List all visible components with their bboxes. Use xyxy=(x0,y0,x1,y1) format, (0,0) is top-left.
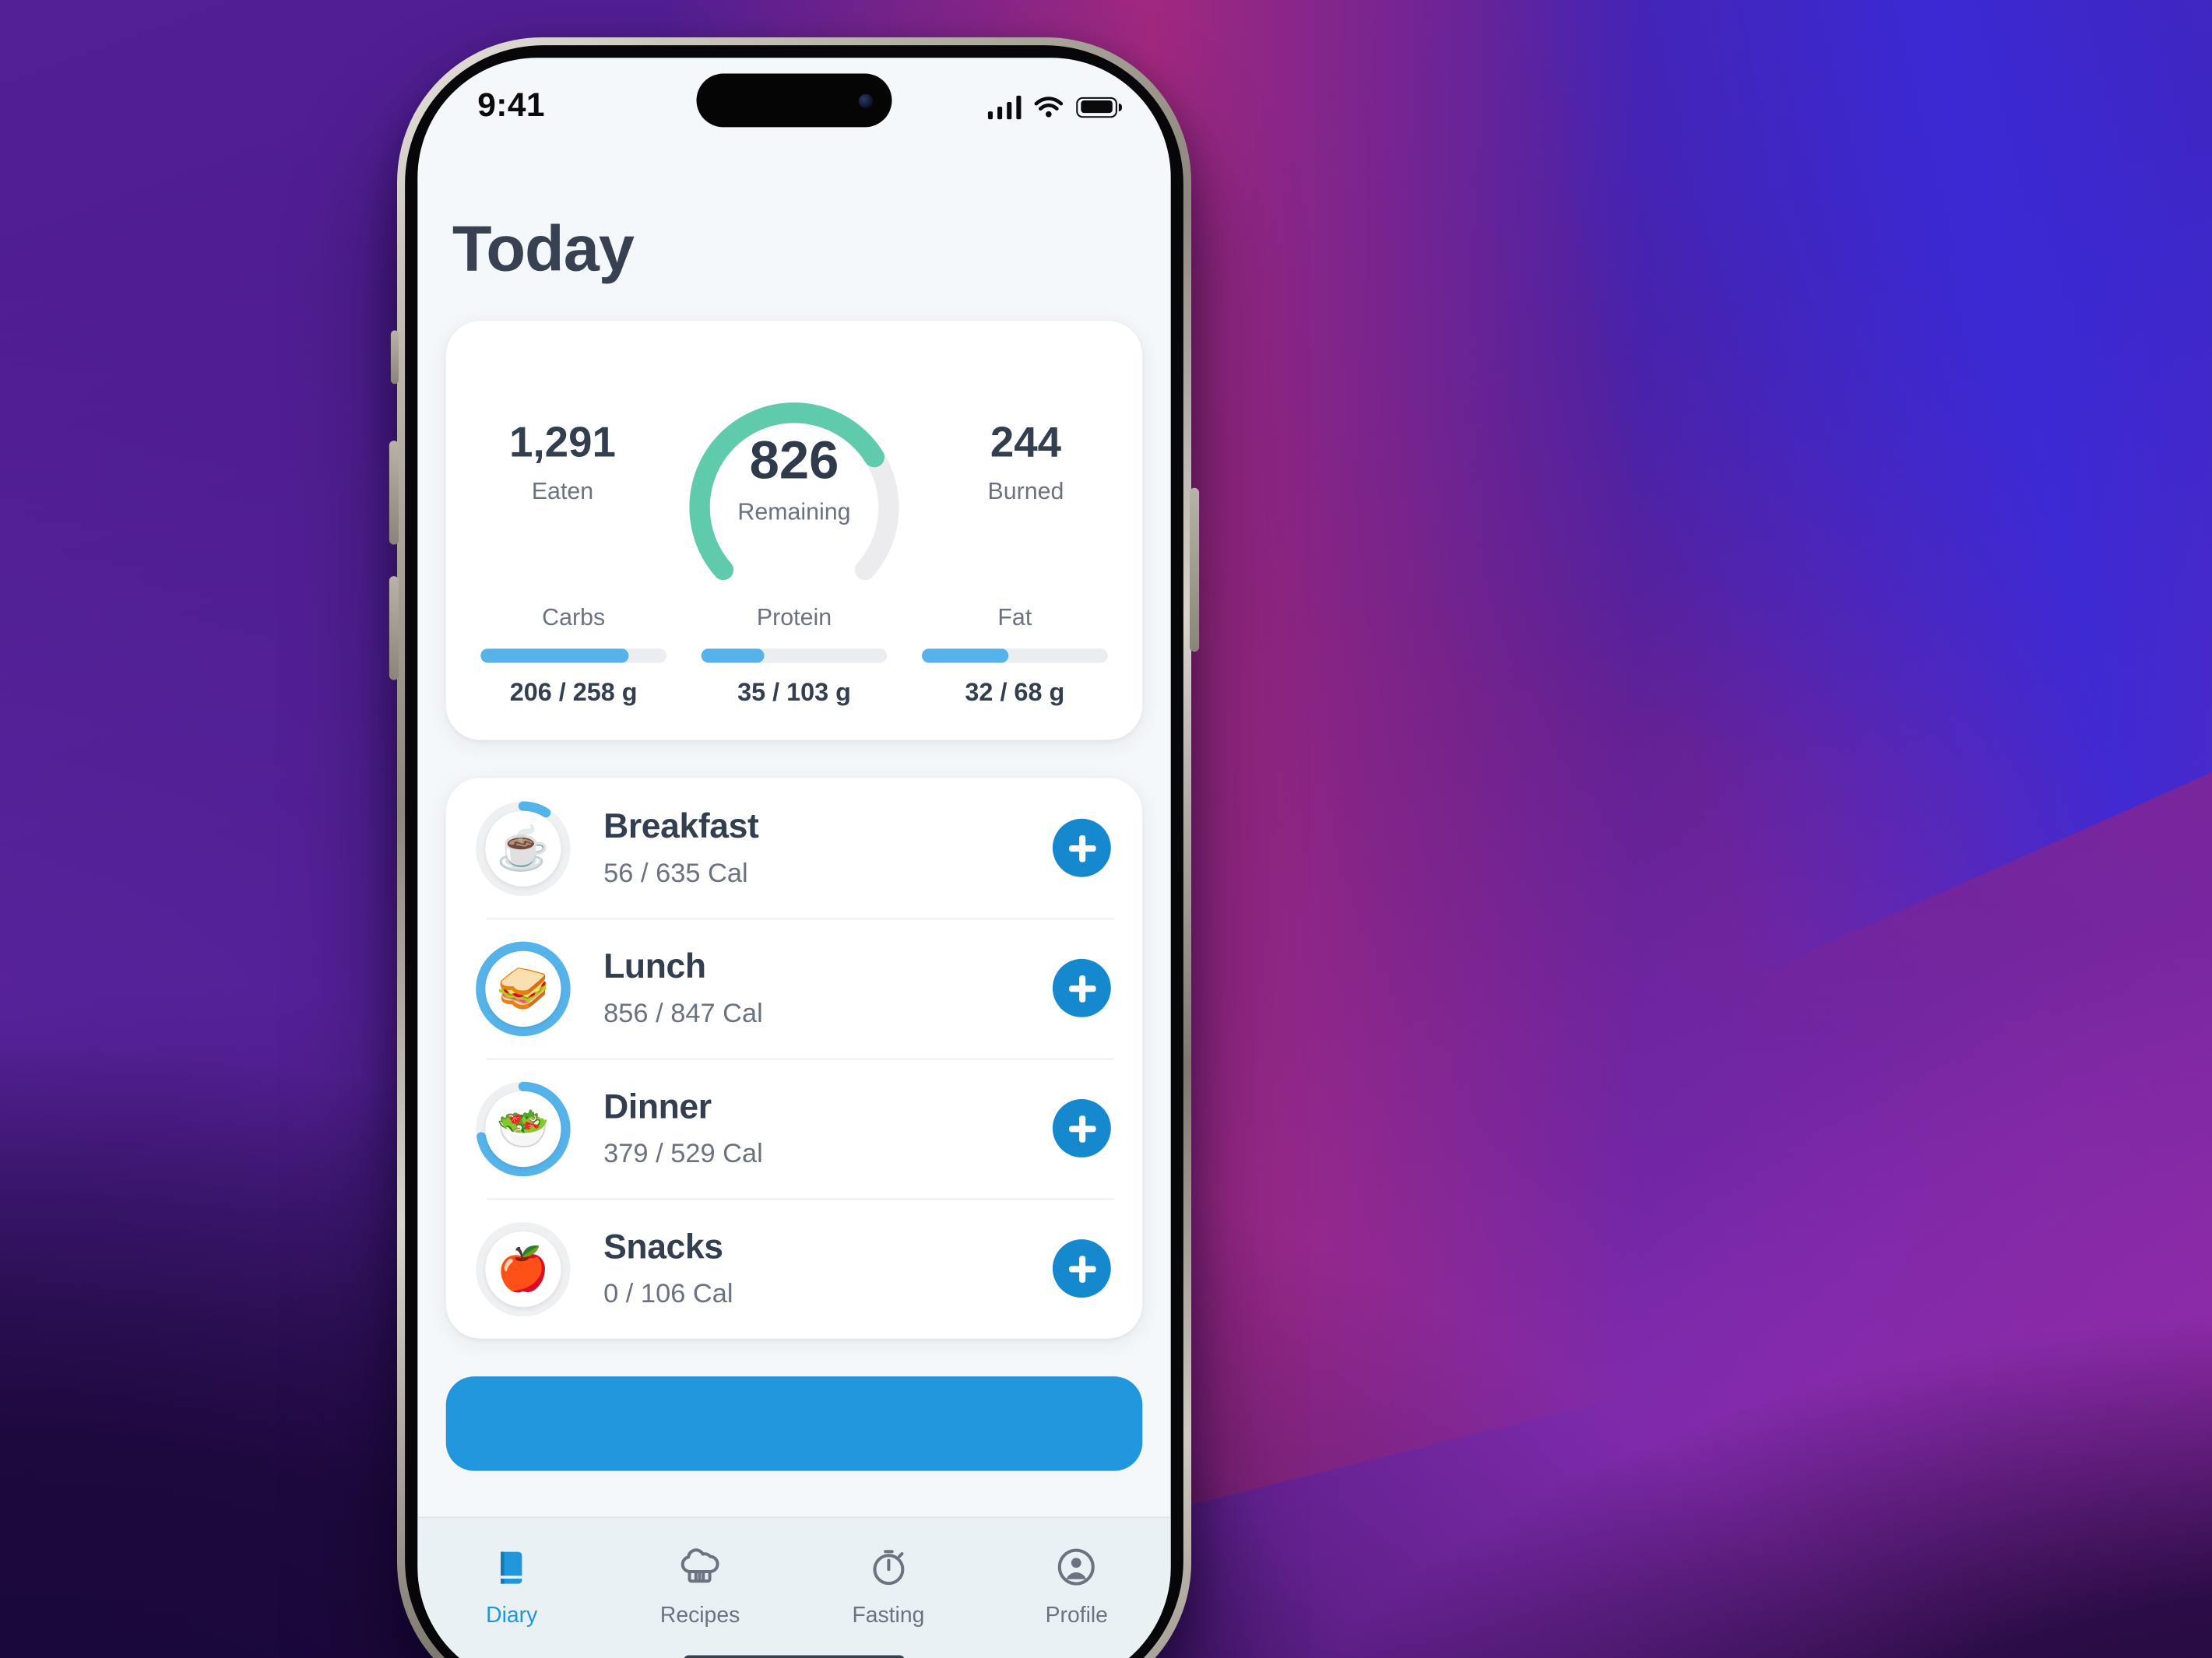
mute-switch[interactable] xyxy=(390,330,399,385)
meal-info: Snacks 0 / 106 Cal xyxy=(572,1227,1053,1310)
tab-recipes[interactable]: Recipes xyxy=(606,1540,794,1627)
macro-carbs: Carbs 206 / 258 g xyxy=(474,605,673,709)
add-food-button[interactable] xyxy=(1052,1239,1111,1298)
volume-down-button[interactable] xyxy=(389,576,399,680)
add-food-button[interactable] xyxy=(1052,1099,1111,1157)
macro-value: 206 / 258 g xyxy=(509,680,638,708)
meal-list-card: ☕ Breakfast 56 / 635 Cal 🥪 Lunch 856 / 847 Ca… xyxy=(445,778,1143,1339)
status-bar-indicators xyxy=(986,94,1122,119)
calorie-ring: 826 Remaining xyxy=(654,350,934,586)
cellular-bars-icon xyxy=(986,94,1022,119)
macro-label: Fat xyxy=(997,604,1032,631)
tab-label: Profile xyxy=(1045,1601,1108,1628)
apple-emoji: 🍎 xyxy=(485,1231,561,1307)
calorie-summary-card: 1,291 Eaten 826 Remaining 244 Burned Car… xyxy=(445,321,1143,740)
bottom-tab-bar: Diary Recipes Fasting Profile xyxy=(417,1516,1171,1658)
meal-calories: 856 / 847 Cal xyxy=(603,998,763,1028)
power-button[interactable] xyxy=(1189,487,1200,652)
meal-name: Lunch xyxy=(603,946,706,986)
sandwich-emoji: 🥪 xyxy=(485,950,561,1026)
dynamic-island xyxy=(696,73,892,128)
eaten-value: 1,291 xyxy=(509,418,616,465)
macro-breakdown: Carbs 206 / 258 g Protein 35 / 103 g Fat 32 /… xyxy=(474,605,1114,709)
macro-track xyxy=(480,648,667,663)
book-icon xyxy=(417,1540,606,1594)
macro-fill xyxy=(701,648,765,663)
remaining-label: Remaining xyxy=(737,498,851,526)
burned-value: 244 xyxy=(990,418,1062,465)
meal-row[interactable]: 🥗 Dinner 379 / 529 Cal xyxy=(474,1058,1114,1198)
tab-label: Recipes xyxy=(659,1601,740,1628)
tab-label: Diary xyxy=(486,1601,538,1628)
status-bar: 9:41 xyxy=(417,58,1170,149)
timer-icon xyxy=(794,1540,983,1594)
home-indicator[interactable] xyxy=(684,1655,905,1658)
meal-row[interactable]: 🥪 Lunch 856 / 847 Cal xyxy=(474,918,1114,1058)
meal-calories: 0 / 106 Cal xyxy=(603,1278,733,1309)
remaining-value: 826 xyxy=(749,430,839,491)
volume-up-button[interactable] xyxy=(389,441,399,545)
coffee-emoji: ☕ xyxy=(485,810,561,886)
tab-diary[interactable]: Diary xyxy=(417,1540,606,1627)
meal-avatar: 🥪 xyxy=(474,940,571,1037)
meal-avatar: ☕ xyxy=(474,799,571,897)
add-food-button[interactable] xyxy=(1052,818,1111,877)
diary-screen: Today 1,291 Eaten 826 Remaining 244 Burn… xyxy=(417,149,1170,1517)
meal-calories: 379 / 529 Cal xyxy=(603,1138,763,1169)
meal-row[interactable]: 🍎 Snacks 0 / 106 Cal xyxy=(474,1198,1114,1339)
meal-info: Lunch 856 / 847 Cal xyxy=(572,947,1053,1030)
macro-label: Carbs xyxy=(542,604,606,631)
macro-fat: Fat 32 / 68 g xyxy=(916,605,1114,709)
calorie-summary-row: 1,291 Eaten 826 Remaining 244 Burned xyxy=(474,356,1114,581)
macro-track xyxy=(701,648,888,663)
macro-value: 32 / 68 g xyxy=(965,680,1065,708)
add-food-button[interactable] xyxy=(1052,958,1111,1017)
macro-protein: Protein 35 / 103 g xyxy=(695,605,894,709)
macro-fill xyxy=(921,648,1010,663)
tab-fasting[interactable]: Fasting xyxy=(794,1540,983,1627)
burned-stat: 244 Burned xyxy=(937,418,1114,506)
macro-track xyxy=(921,648,1108,663)
person-circle-icon xyxy=(983,1540,1171,1594)
remaining-stat: 826 Remaining xyxy=(654,434,934,525)
meal-avatar: 🍎 xyxy=(474,1220,571,1317)
chef-hat-icon xyxy=(606,1540,794,1594)
meal-row[interactable]: ☕ Breakfast 56 / 635 Cal xyxy=(474,778,1114,918)
page-title: Today xyxy=(452,212,635,285)
eaten-stat: 1,291 Eaten xyxy=(474,418,651,506)
phone-screen: 9:41 Today 1,291 Eaten 826 Remaining 244… xyxy=(417,58,1171,1658)
primary-action-button[interactable] xyxy=(445,1376,1143,1471)
battery-full-icon xyxy=(1076,96,1122,118)
salad-emoji: 🥗 xyxy=(485,1090,561,1167)
tab-label: Fasting xyxy=(852,1601,925,1628)
eaten-label: Eaten xyxy=(531,479,594,506)
wifi-icon xyxy=(1034,96,1064,117)
tab-profile[interactable]: Profile xyxy=(983,1540,1171,1627)
meal-info: Breakfast 56 / 635 Cal xyxy=(572,806,1053,890)
macro-fill xyxy=(480,648,630,663)
burned-label: Burned xyxy=(987,479,1064,506)
meal-name: Snacks xyxy=(603,1226,723,1266)
meal-name: Dinner xyxy=(603,1086,712,1126)
iphone-mockup: 9:41 Today 1,291 Eaten 826 Remaining 244… xyxy=(389,37,1200,1658)
meal-calories: 56 / 635 Cal xyxy=(603,858,748,888)
meal-avatar: 🥗 xyxy=(474,1080,571,1177)
macro-label: Protein xyxy=(756,604,832,631)
meal-name: Breakfast xyxy=(603,806,759,846)
front-camera-icon xyxy=(858,93,874,108)
macro-value: 35 / 103 g xyxy=(737,680,851,708)
meal-info: Dinner 379 / 529 Cal xyxy=(572,1087,1053,1170)
status-bar-clock: 9:41 xyxy=(477,87,545,125)
